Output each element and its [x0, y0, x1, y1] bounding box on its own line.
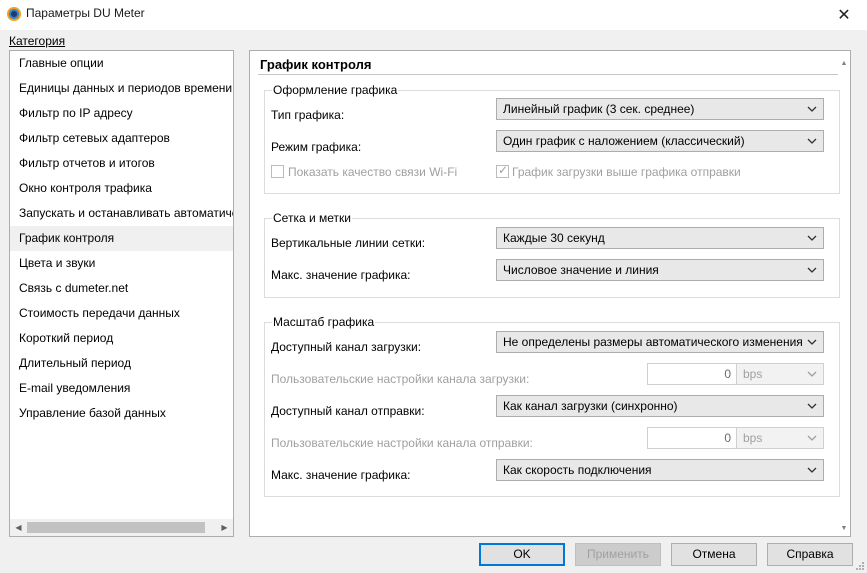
chevron-down-icon	[806, 364, 818, 384]
scroll-right-icon[interactable]: ▶	[216, 519, 233, 536]
custom-download-unit-select[interactable]: bps	[736, 363, 824, 385]
horizontal-scrollbar[interactable]: ◀ ▶	[10, 519, 233, 536]
max-value-value: Числовое значение и линия	[503, 263, 659, 277]
settings-panel: График контроля ▲ ▼ Оформление графика Т…	[249, 50, 851, 537]
custom-upload-input[interactable]: 0	[647, 427, 737, 449]
chevron-down-icon	[806, 99, 818, 119]
resize-grip-icon[interactable]	[855, 561, 865, 571]
chevron-down-icon	[806, 131, 818, 151]
sidebar-item[interactable]: Главные опции	[10, 51, 233, 76]
sidebar-item[interactable]: Цвета и звуки	[10, 251, 233, 276]
vertical-lines-label: Вертикальные линии сетки:	[271, 236, 426, 250]
chart-type-select[interactable]: Линейный график (3 сек. среднее)	[496, 98, 824, 120]
wifi-quality-label: Показать качество связи Wi-Fi	[288, 165, 458, 179]
chevron-down-icon	[806, 428, 818, 448]
download-channel-select[interactable]: Не определены размеры автоматического из…	[496, 331, 824, 353]
chart-type-value: Линейный график (3 сек. среднее)	[503, 102, 695, 116]
vertical-lines-value: Каждые 30 секунд	[503, 231, 605, 245]
scrollbar-thumb[interactable]	[27, 522, 205, 533]
ok-button[interactable]: OK	[479, 543, 565, 566]
chevron-down-icon	[806, 332, 818, 352]
chart-mode-select[interactable]: Один график с наложением (классический)	[496, 130, 824, 152]
sidebar-item[interactable]: Короткий период	[10, 326, 233, 351]
du-meter-app-icon	[7, 7, 21, 21]
help-button[interactable]: Справка	[767, 543, 853, 566]
close-button[interactable]: ✕	[821, 0, 867, 30]
sidebar-item[interactable]: Запускать и останавливать автоматически	[10, 201, 233, 226]
download-above-label: График загрузки выше графика отправки	[512, 165, 741, 179]
chart-mode-label: Режим графика:	[271, 140, 362, 154]
title-bar: Параметры DU Meter ✕	[0, 0, 867, 30]
upload-channel-select[interactable]: Как канал загрузки (синхронно)	[496, 395, 824, 417]
chart-mode-value: Один график с наложением (классический)	[503, 134, 745, 148]
chevron-down-icon	[806, 228, 818, 248]
category-label-text: Категория	[9, 34, 66, 48]
custom-upload-unit-select[interactable]: bps	[736, 427, 824, 449]
category-label: Категория	[9, 34, 65, 48]
panel-title-divider	[258, 74, 842, 75]
custom-upload-label: Пользовательские настройки канала отправ…	[271, 436, 533, 450]
max-value-select[interactable]: Числовое значение и линия	[496, 259, 824, 281]
sidebar-item[interactable]: Фильтр по IP адресу	[10, 101, 233, 126]
sidebar-item[interactable]: График контроля	[10, 226, 233, 251]
scroll-up-icon[interactable]: ▲	[838, 60, 850, 67]
cancel-button[interactable]: Отмена	[671, 543, 757, 566]
custom-download-unit-value: bps	[743, 367, 763, 381]
checkmark-icon: ✓	[498, 163, 509, 177]
download-channel-label: Доступный канал загрузки:	[271, 340, 422, 354]
sidebar-item[interactable]: Стоимость передачи данных	[10, 301, 233, 326]
category-list[interactable]: Главные опции Единицы данных и периодов в…	[9, 50, 234, 537]
sidebar-item[interactable]: Единицы данных и периодов времени	[10, 76, 233, 101]
window-title: Параметры DU Meter	[26, 6, 145, 20]
sidebar-item[interactable]: Связь с dumeter.net	[10, 276, 233, 301]
max-chart-label: Макс. значение графика:	[271, 468, 411, 482]
chevron-down-icon	[806, 260, 818, 280]
sidebar-item[interactable]: Фильтр сетевых адаптеров	[10, 126, 233, 151]
sidebar-item[interactable]: Длительный период	[10, 351, 233, 376]
wifi-quality-checkbox[interactable]	[271, 165, 284, 178]
chart-type-label: Тип графика:	[271, 108, 345, 122]
max-chart-value: Как скорость подключения	[503, 463, 652, 477]
sidebar-item[interactable]: Управление базой данных	[10, 401, 233, 426]
max-chart-select[interactable]: Как скорость подключения	[496, 459, 824, 481]
chevron-down-icon	[806, 460, 818, 480]
appearance-group-title: Оформление графика	[272, 83, 399, 97]
sidebar-item[interactable]: Окно контроля трафика	[10, 176, 233, 201]
apply-button[interactable]: Применить	[575, 543, 661, 566]
panel-title: График контроля	[260, 57, 372, 72]
custom-download-label: Пользовательские настройки канала загруз…	[271, 372, 530, 386]
scroll-left-icon[interactable]: ◀	[10, 519, 27, 536]
sidebar-item[interactable]: Фильтр отчетов и итогов	[10, 151, 233, 176]
custom-upload-unit-value: bps	[743, 431, 763, 445]
upload-channel-label: Доступный канал отправки:	[271, 404, 425, 418]
grid-group-title: Сетка и метки	[272, 211, 352, 225]
download-above-checkbox[interactable]: ✓	[496, 163, 509, 178]
download-channel-value: Не определены размеры автоматического из…	[503, 335, 813, 349]
scale-group-title: Масштаб графика	[272, 315, 376, 329]
max-value-label: Макс. значение графика:	[271, 268, 411, 282]
vertical-lines-select[interactable]: Каждые 30 секунд	[496, 227, 824, 249]
sidebar-item[interactable]: E-mail уведомления	[10, 376, 233, 401]
chevron-down-icon	[806, 396, 818, 416]
upload-channel-value: Как канал загрузки (синхронно)	[503, 399, 678, 413]
custom-download-input[interactable]: 0	[647, 363, 737, 385]
scroll-down-icon[interactable]: ▼	[838, 525, 850, 532]
